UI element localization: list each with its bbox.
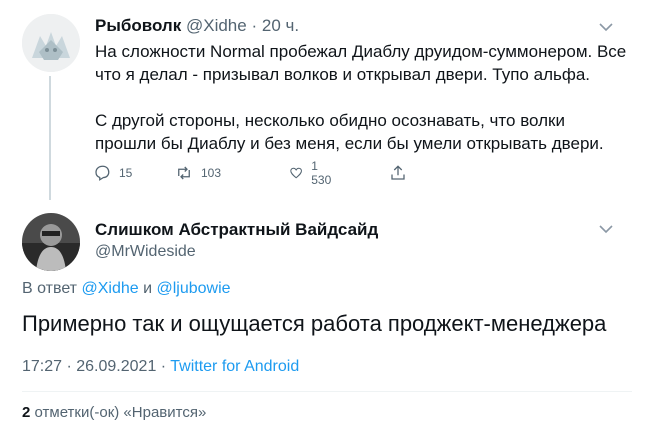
- tweet-text-line: прошли бы Диаблу и без меня, если бы уме…: [95, 134, 604, 153]
- reply-author-avatar[interactable]: [22, 213, 80, 271]
- reply-count: 15: [119, 166, 133, 180]
- tweet-text: На сложности Normal пробежал Диаблу друи…: [95, 40, 627, 155]
- share-button[interactable]: [389, 162, 415, 184]
- retweet-count: 103: [201, 166, 222, 180]
- replying-to-prefix: В ответ: [22, 280, 78, 297]
- reply-icon: [95, 165, 110, 181]
- tweet-meta: 17:27 · 26.09.2021 · Twitter for Android: [22, 358, 299, 376]
- tweet-text-line: На сложности Normal пробежал Диаблу друи…: [95, 42, 627, 61]
- author-name[interactable]: Рыбоволк: [95, 16, 181, 35]
- author-handle[interactable]: @Xidhe: [186, 16, 247, 35]
- tweet-original: Рыбоволк @Xidhe · 20 ч. На сложности Nor…: [0, 0, 650, 200]
- like-count: 1 530: [311, 159, 332, 187]
- tweet-header: Рыбоволк @Xidhe · 20 ч.: [95, 16, 299, 36]
- replying-to: В ответ @Xidhe и @ljubowie: [22, 280, 231, 298]
- likes-summary[interactable]: 2 отметки(-ок) «Нравится»: [22, 404, 206, 421]
- reply-tweet-text: Примерно так и ощущается работа проджект…: [22, 311, 607, 336]
- avatar-photo-icon: [22, 213, 80, 271]
- reply-button[interactable]: 15: [93, 162, 132, 184]
- tweet-time[interactable]: 20 ч.: [262, 16, 299, 35]
- tweet-timestamp[interactable]: 17:27 · 26.09.2021 ·: [22, 358, 166, 375]
- like-icon: [290, 167, 302, 179]
- mention-link[interactable]: @ljubowie: [156, 280, 230, 297]
- retweet-button[interactable]: 103: [175, 162, 221, 184]
- likes-count: 2: [22, 404, 31, 421]
- share-icon: [391, 165, 405, 180]
- wolf-avatar-icon: [22, 14, 80, 72]
- divider: [22, 391, 632, 392]
- reply-author-name[interactable]: Слишком Абстрактный Вайдсайд: [95, 220, 378, 240]
- chevron-down-icon[interactable]: [595, 20, 617, 34]
- chevron-down-icon[interactable]: [595, 222, 617, 236]
- replying-to-conj: и: [143, 280, 153, 297]
- like-button[interactable]: 1 530: [289, 159, 335, 187]
- separator: ·: [251, 16, 258, 35]
- author-avatar[interactable]: [22, 14, 80, 72]
- mention-link[interactable]: @Xidhe: [81, 280, 138, 297]
- likes-label: отметки(-ок) «Нравится»: [34, 404, 207, 421]
- tweet-text-line: что я делал - призывал волков и открывал…: [95, 65, 591, 84]
- thread-connector: [49, 76, 51, 200]
- reply-author-handle[interactable]: @MrWideside: [95, 243, 196, 261]
- client-link[interactable]: Twitter for Android: [170, 358, 299, 375]
- retweet-icon: [178, 166, 190, 180]
- tweet-text-line: С другой стороны, несколько обидно осозн…: [95, 111, 565, 130]
